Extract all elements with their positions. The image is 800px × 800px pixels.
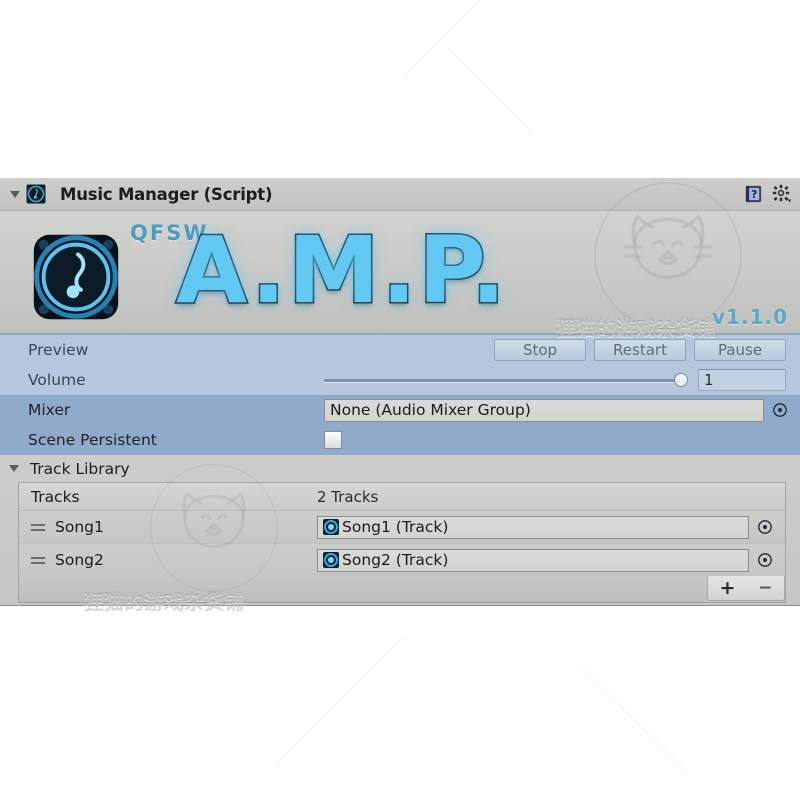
amp-speaker-logo [33, 234, 119, 320]
tracks-header-label: Tracks [31, 487, 80, 506]
track-library-foldout-icon[interactable] [9, 465, 19, 472]
scene-persistent-checkbox[interactable] [324, 431, 342, 449]
volume-slider-track [324, 379, 682, 382]
gear-icon[interactable] [772, 184, 792, 204]
mixer-object-field[interactable]: None (Audio Mixer Group) [324, 398, 764, 422]
track-object-field[interactable]: Song2 (Track) [317, 548, 749, 572]
object-picker-icon[interactable] [757, 519, 773, 535]
object-picker-icon[interactable] [757, 552, 773, 568]
stop-button[interactable]: Stop [494, 339, 586, 361]
scene-persistent-label: Scene Persistent [28, 431, 157, 449]
track-name-label: Song2 [55, 551, 104, 569]
track-object-value: Song2 (Track) [342, 551, 449, 569]
page-title: Music Manager (Script) [60, 184, 273, 204]
drag-handle-icon[interactable] [31, 554, 45, 567]
tracks-reorderable-list: Tracks 2 Tracks Song1 Song1 (Track) Song… [18, 482, 786, 603]
screenshot-root: Music Manager (Script) ? QFSW A.M.P. v1.… [0, 0, 800, 800]
component-header[interactable]: Music Manager (Script) ? [0, 178, 800, 211]
track-library-section: Track Library Tracks 2 Tracks Song1 Song… [0, 455, 800, 605]
object-picker-icon[interactable] [772, 402, 788, 418]
mixer-label: Mixer [28, 401, 71, 419]
volume-value-field[interactable]: 1 [698, 369, 786, 391]
preview-row: Preview Stop Restart Pause [0, 335, 800, 365]
add-track-button[interactable]: + [715, 578, 739, 598]
table-row[interactable]: Song2 Song2 (Track) [19, 543, 785, 576]
mixer-row: Mixer None (Audio Mixer Group) [0, 395, 800, 425]
amp-speaker-icon [26, 184, 46, 204]
track-name-label: Song1 [55, 518, 104, 536]
amp-banner: QFSW A.M.P. v1.1.0 [0, 211, 800, 335]
track-library-header[interactable]: Track Library [0, 455, 800, 482]
track-object-value: Song1 (Track) [342, 518, 449, 536]
help-book-icon[interactable]: ? [744, 184, 763, 204]
volume-label: Volume [28, 371, 86, 389]
watermark-streak [276, 636, 404, 765]
volume-row: Volume 1 [0, 365, 800, 395]
preview-section: Preview Stop Restart Pause Volume 1 [0, 335, 800, 395]
tracks-list-header: Tracks 2 Tracks [19, 483, 785, 511]
svg-text:?: ? [751, 189, 757, 201]
watermark-streak [447, 47, 533, 134]
track-asset-icon [323, 552, 339, 568]
preview-label: Preview [28, 341, 89, 359]
component-foldout-icon[interactable] [10, 190, 20, 198]
version-label: v1.1.0 [712, 305, 788, 329]
tracks-list-footer: + − [19, 576, 785, 602]
track-library-title: Track Library [30, 459, 130, 478]
watermark-streak [403, 0, 517, 78]
tracks-count-label: 2 Tracks [317, 487, 379, 506]
mixer-section: Mixer None (Audio Mixer Group) Scene Per… [0, 395, 800, 455]
scene-persistent-row: Scene Persistent [0, 425, 800, 455]
table-row[interactable]: Song1 Song1 (Track) [19, 511, 785, 543]
remove-track-button[interactable]: − [754, 579, 776, 597]
inspector-panel: Music Manager (Script) ? QFSW A.M.P. v1.… [0, 178, 800, 606]
amp-product-title: A.M.P. [175, 217, 508, 324]
watermark-streak [581, 667, 689, 774]
volume-slider-handle[interactable] [674, 373, 688, 387]
volume-slider[interactable] [324, 369, 692, 391]
drag-handle-icon[interactable] [31, 521, 45, 534]
track-asset-icon [323, 519, 339, 535]
pause-button[interactable]: Pause [694, 339, 786, 361]
track-object-field[interactable]: Song1 (Track) [317, 515, 749, 539]
restart-button[interactable]: Restart [594, 339, 686, 361]
tracks-list-buttons: + − [707, 576, 785, 601]
